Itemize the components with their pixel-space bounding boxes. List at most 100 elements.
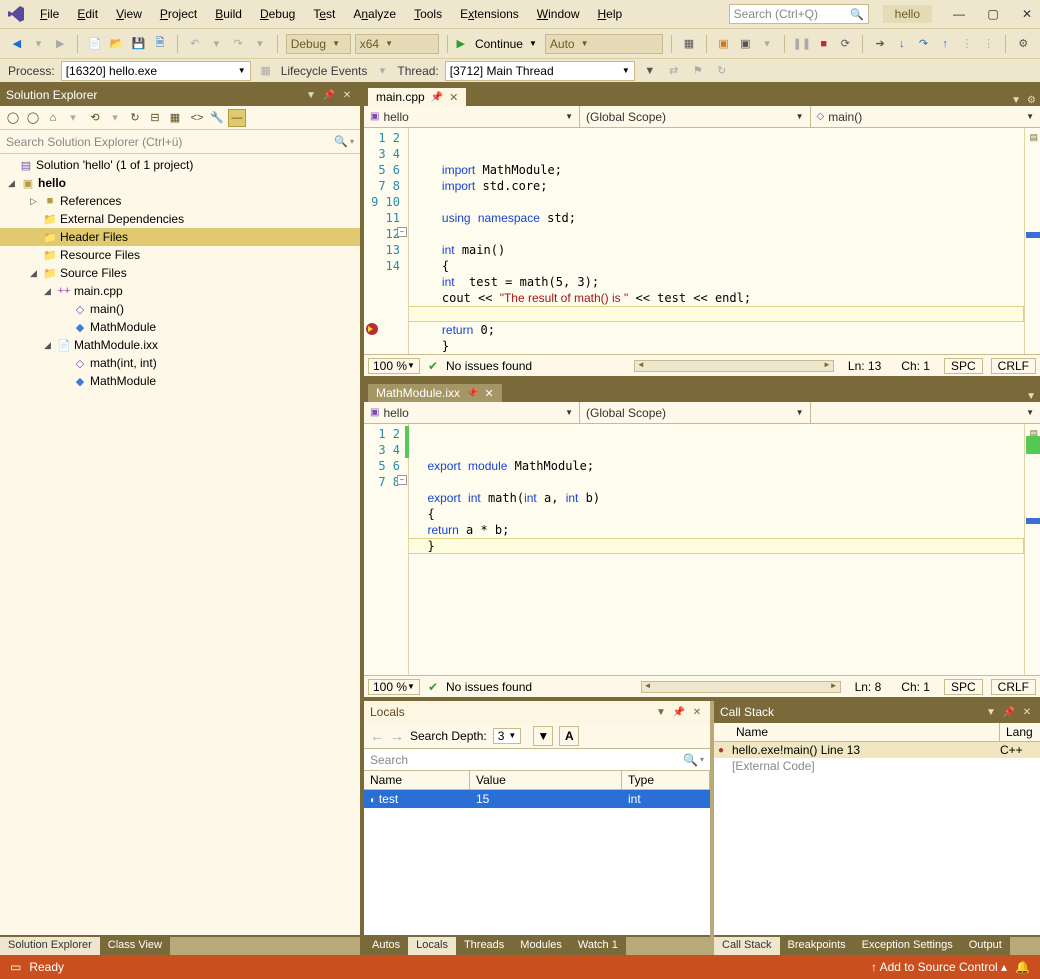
breakpoint-icon[interactable] — [366, 323, 378, 335]
tab-class-view[interactable]: Class View — [100, 937, 170, 955]
quick-launch-search[interactable]: Search (Ctrl+Q) 🔍 — [729, 4, 869, 24]
locals-fwd-icon[interactable]: → — [390, 728, 404, 744]
editor-gear-icon[interactable]: ⚙ — [1027, 95, 1036, 106]
code-icon[interactable]: <> — [188, 109, 206, 127]
tool-drop-3[interactable]: ▾ — [758, 35, 776, 53]
horizontal-scrollbar[interactable] — [641, 681, 841, 693]
tool-icon[interactable]: ↻ — [713, 62, 731, 80]
menu-analyze[interactable]: Analyze — [345, 3, 404, 25]
close-button[interactable]: ✕ — [1020, 7, 1034, 21]
col-name-header[interactable]: Name — [364, 771, 470, 789]
step-over-button[interactable]: ↷ — [915, 35, 933, 53]
tab-callstack[interactable]: Call Stack — [714, 937, 780, 955]
indent-indicator[interactable]: SPC — [944, 358, 983, 374]
save-all-button[interactable]: 🗎 — [151, 35, 169, 53]
overview-ruler[interactable]: ▤ — [1024, 128, 1040, 354]
tree-mathmodule2[interactable]: ◆MathModule — [0, 372, 360, 390]
font-icon[interactable]: A — [559, 726, 579, 746]
config-combo[interactable]: Debug▼ — [286, 34, 351, 54]
tree-math-fn[interactable]: ◇math(int, int) — [0, 354, 360, 372]
nav-scope-combo[interactable]: (Global Scope)▼ — [580, 106, 811, 127]
add-source-control[interactable]: ↑ Add to Source Control ▴ — [871, 960, 1007, 974]
nav-back-drop[interactable]: ▾ — [30, 35, 48, 53]
show-next-stmt-button[interactable]: ➔ — [871, 35, 889, 53]
menu-window[interactable]: Window — [529, 3, 588, 25]
eol-indicator[interactable]: CRLF — [991, 358, 1036, 374]
panel-dropdown-icon[interactable]: ▼ — [304, 90, 318, 101]
pin-icon[interactable]: 📌 — [431, 92, 443, 103]
tab-main-cpp[interactable]: main.cpp 📌 ✕ — [368, 88, 466, 106]
properties-icon[interactable]: 🔧 — [208, 109, 226, 127]
eol-indicator[interactable]: CRLF — [991, 679, 1036, 695]
tab-solution-explorer[interactable]: Solution Explorer — [0, 937, 100, 955]
new-project-button[interactable]: 📄 — [86, 35, 104, 53]
callstack-row[interactable]: [External Code] — [714, 758, 1040, 774]
tool-btn-10[interactable]: ⚙ — [1014, 35, 1032, 53]
open-file-button[interactable]: 📂 — [108, 35, 126, 53]
editor1-code[interactable]: 1 2 3 4 5 6 7 8 9 10 11 12 13 14 import … — [364, 128, 1040, 354]
panel-pin-icon[interactable]: 📌 — [1002, 707, 1016, 718]
tab-breakpoints[interactable]: Breakpoints — [780, 937, 854, 955]
locals-search[interactable]: Search 🔍▾ — [364, 749, 710, 771]
minimize-button[interactable]: — — [952, 7, 966, 21]
tree-main-cpp[interactable]: ◢++main.cpp — [0, 282, 360, 300]
redo-drop[interactable]: ▾ — [251, 35, 269, 53]
flag-icon[interactable]: ⚑ — [689, 62, 707, 80]
showall-icon[interactable]: ▦ — [166, 109, 184, 127]
tree-external[interactable]: 📁External Dependencies — [0, 210, 360, 228]
callstack-row[interactable]: ● hello.exe!main() Line 13 C++ — [714, 742, 1040, 758]
nav-member-combo[interactable]: ▼ — [811, 402, 1040, 423]
close-tab-icon[interactable]: ✕ — [485, 387, 494, 400]
tool-btn-9[interactable]: ⋮ — [980, 35, 998, 53]
panel-close-icon[interactable]: ✕ — [340, 90, 354, 101]
tool-btn-2[interactable]: ▣ — [715, 35, 733, 53]
editor-dropdown-icon[interactable]: ▼ — [1026, 391, 1036, 402]
search-depth-combo[interactable]: 3▼ — [493, 728, 522, 744]
horizontal-scrollbar[interactable] — [634, 360, 834, 372]
home-icon[interactable]: ◯ — [4, 109, 22, 127]
tab-exception-settings[interactable]: Exception Settings — [854, 937, 961, 955]
pin-icon[interactable]: 📌 — [466, 388, 478, 399]
cs-col-name[interactable]: Name — [730, 723, 1000, 741]
menu-build[interactable]: Build — [207, 3, 250, 25]
overview-ruler[interactable]: ▤ — [1024, 424, 1040, 675]
fold-icon[interactable]: − — [397, 475, 407, 485]
cs-col-lang[interactable]: Lang — [1000, 723, 1040, 741]
col-value-header[interactable]: Value — [470, 771, 622, 789]
locals-row[interactable]: test 15 int — [364, 790, 710, 808]
nav-member-combo[interactable]: ◇main()▼ — [811, 106, 1040, 127]
nav-project-combo[interactable]: ▣hello▼ — [364, 402, 580, 423]
panel-dropdown-icon[interactable]: ▼ — [654, 707, 668, 718]
menu-help[interactable]: Help — [589, 3, 630, 25]
solution-explorer-search[interactable]: Search Solution Explorer (Ctrl+ü) 🔍▾ — [0, 130, 360, 154]
menu-project[interactable]: Project — [152, 3, 205, 25]
undo-drop[interactable]: ▾ — [208, 35, 226, 53]
tree-source-files[interactable]: ◢📁Source Files — [0, 264, 360, 282]
tab-output[interactable]: Output — [961, 937, 1010, 955]
zoom-combo[interactable]: 100 % ▼ — [368, 679, 420, 695]
editor2-code[interactable]: 1 2 3 4 5 6 7 8 export module MathModule… — [364, 424, 1040, 675]
nav-fwd-button[interactable]: ▶ — [51, 35, 69, 53]
panel-pin-icon[interactable]: 📌 — [672, 707, 686, 718]
menu-edit[interactable]: Edit — [69, 3, 106, 25]
panel-pin-icon[interactable]: 📌 — [322, 90, 336, 101]
tab-modules[interactable]: Modules — [512, 937, 570, 955]
step-out-button[interactable]: ↑ — [936, 35, 954, 53]
menu-tools[interactable]: Tools — [406, 3, 450, 25]
undo-button[interactable]: ↶ — [186, 35, 204, 53]
filter-icon[interactable]: ▼ — [533, 726, 553, 746]
sync-icon[interactable]: ⟲ — [86, 109, 104, 127]
close-tab-icon[interactable]: ✕ — [449, 91, 458, 104]
auto-combo[interactable]: Auto▼ — [545, 34, 663, 54]
redo-button[interactable]: ↷ — [229, 35, 247, 53]
save-button[interactable]: 💾 — [130, 35, 148, 53]
collapse-icon[interactable]: ⊟ — [146, 109, 164, 127]
platform-combo[interactable]: x64▼ — [355, 34, 440, 54]
panel-close-icon[interactable]: ✕ — [1020, 707, 1034, 718]
pause-button[interactable]: ❚❚ — [793, 35, 811, 53]
stack-frame-icon[interactable]: ⇄ — [665, 62, 683, 80]
tab-autos[interactable]: Autos — [364, 937, 408, 955]
process-combo[interactable]: [16320] hello.exe▼ — [61, 61, 251, 81]
refresh-icon[interactable]: ↻ — [126, 109, 144, 127]
panel-close-icon[interactable]: ✕ — [690, 707, 704, 718]
